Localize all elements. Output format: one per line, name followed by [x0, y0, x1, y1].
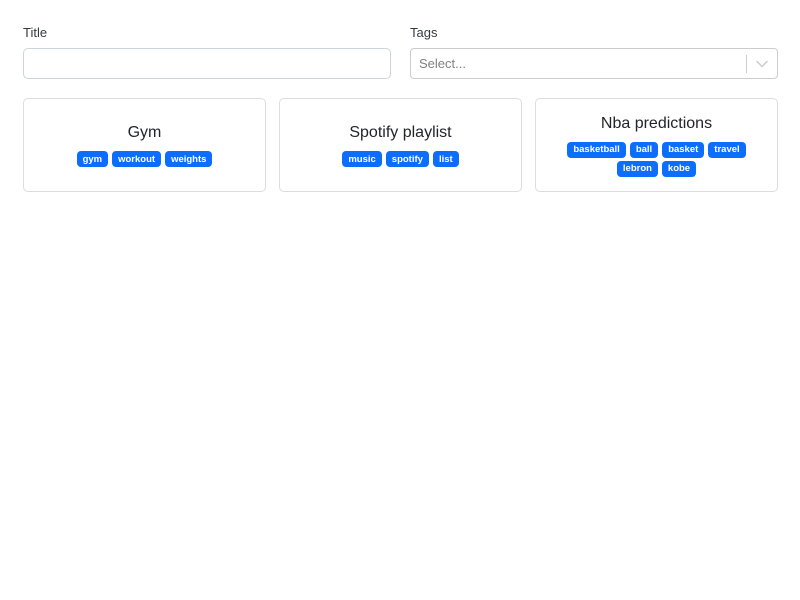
- tag-badge: travel: [708, 141, 746, 158]
- title-input[interactable]: [23, 48, 391, 79]
- note-tag-list: music spotify list: [342, 151, 459, 167]
- tags-select-placeholder[interactable]: Select...: [411, 56, 746, 71]
- note-card[interactable]: Nba predictions basketball ball basket t…: [535, 98, 778, 192]
- tag-badge: gym: [76, 151, 109, 167]
- title-field: Title: [23, 24, 391, 79]
- note-tag-list: gym workout weights: [76, 151, 213, 167]
- title-label: Title: [23, 25, 48, 40]
- tag-badge: ball: [629, 141, 659, 158]
- note-card[interactable]: Spotify playlist music spotify list: [279, 98, 522, 192]
- filter-form: Title Tags Select...: [23, 24, 778, 79]
- chevron-down-icon[interactable]: [747, 49, 777, 78]
- tag-badge: spotify: [385, 151, 429, 167]
- tags-field: Tags Select...: [410, 24, 778, 79]
- note-tag-list: basketball ball basket travel lebron kob…: [562, 141, 752, 177]
- tag-badge: weights: [165, 151, 213, 167]
- tag-badge: basket: [662, 141, 705, 158]
- tags-label: Tags: [410, 25, 438, 40]
- tag-badge: lebron: [616, 160, 658, 177]
- tags-select[interactable]: Select...: [410, 48, 778, 79]
- tag-badge: music: [342, 151, 382, 167]
- note-card-title[interactable]: Gym: [128, 123, 162, 143]
- note-card-title[interactable]: Spotify playlist: [349, 123, 451, 143]
- tag-badge: kobe: [661, 160, 697, 177]
- note-card-list: Gym gym workout weights Spotify playlist…: [23, 98, 778, 192]
- note-card-title[interactable]: Nba predictions: [601, 114, 712, 134]
- tag-badge: basketball: [567, 141, 626, 158]
- tag-badge: list: [432, 151, 459, 167]
- note-card[interactable]: Gym gym workout weights: [23, 98, 266, 192]
- tag-badge: workout: [112, 151, 162, 167]
